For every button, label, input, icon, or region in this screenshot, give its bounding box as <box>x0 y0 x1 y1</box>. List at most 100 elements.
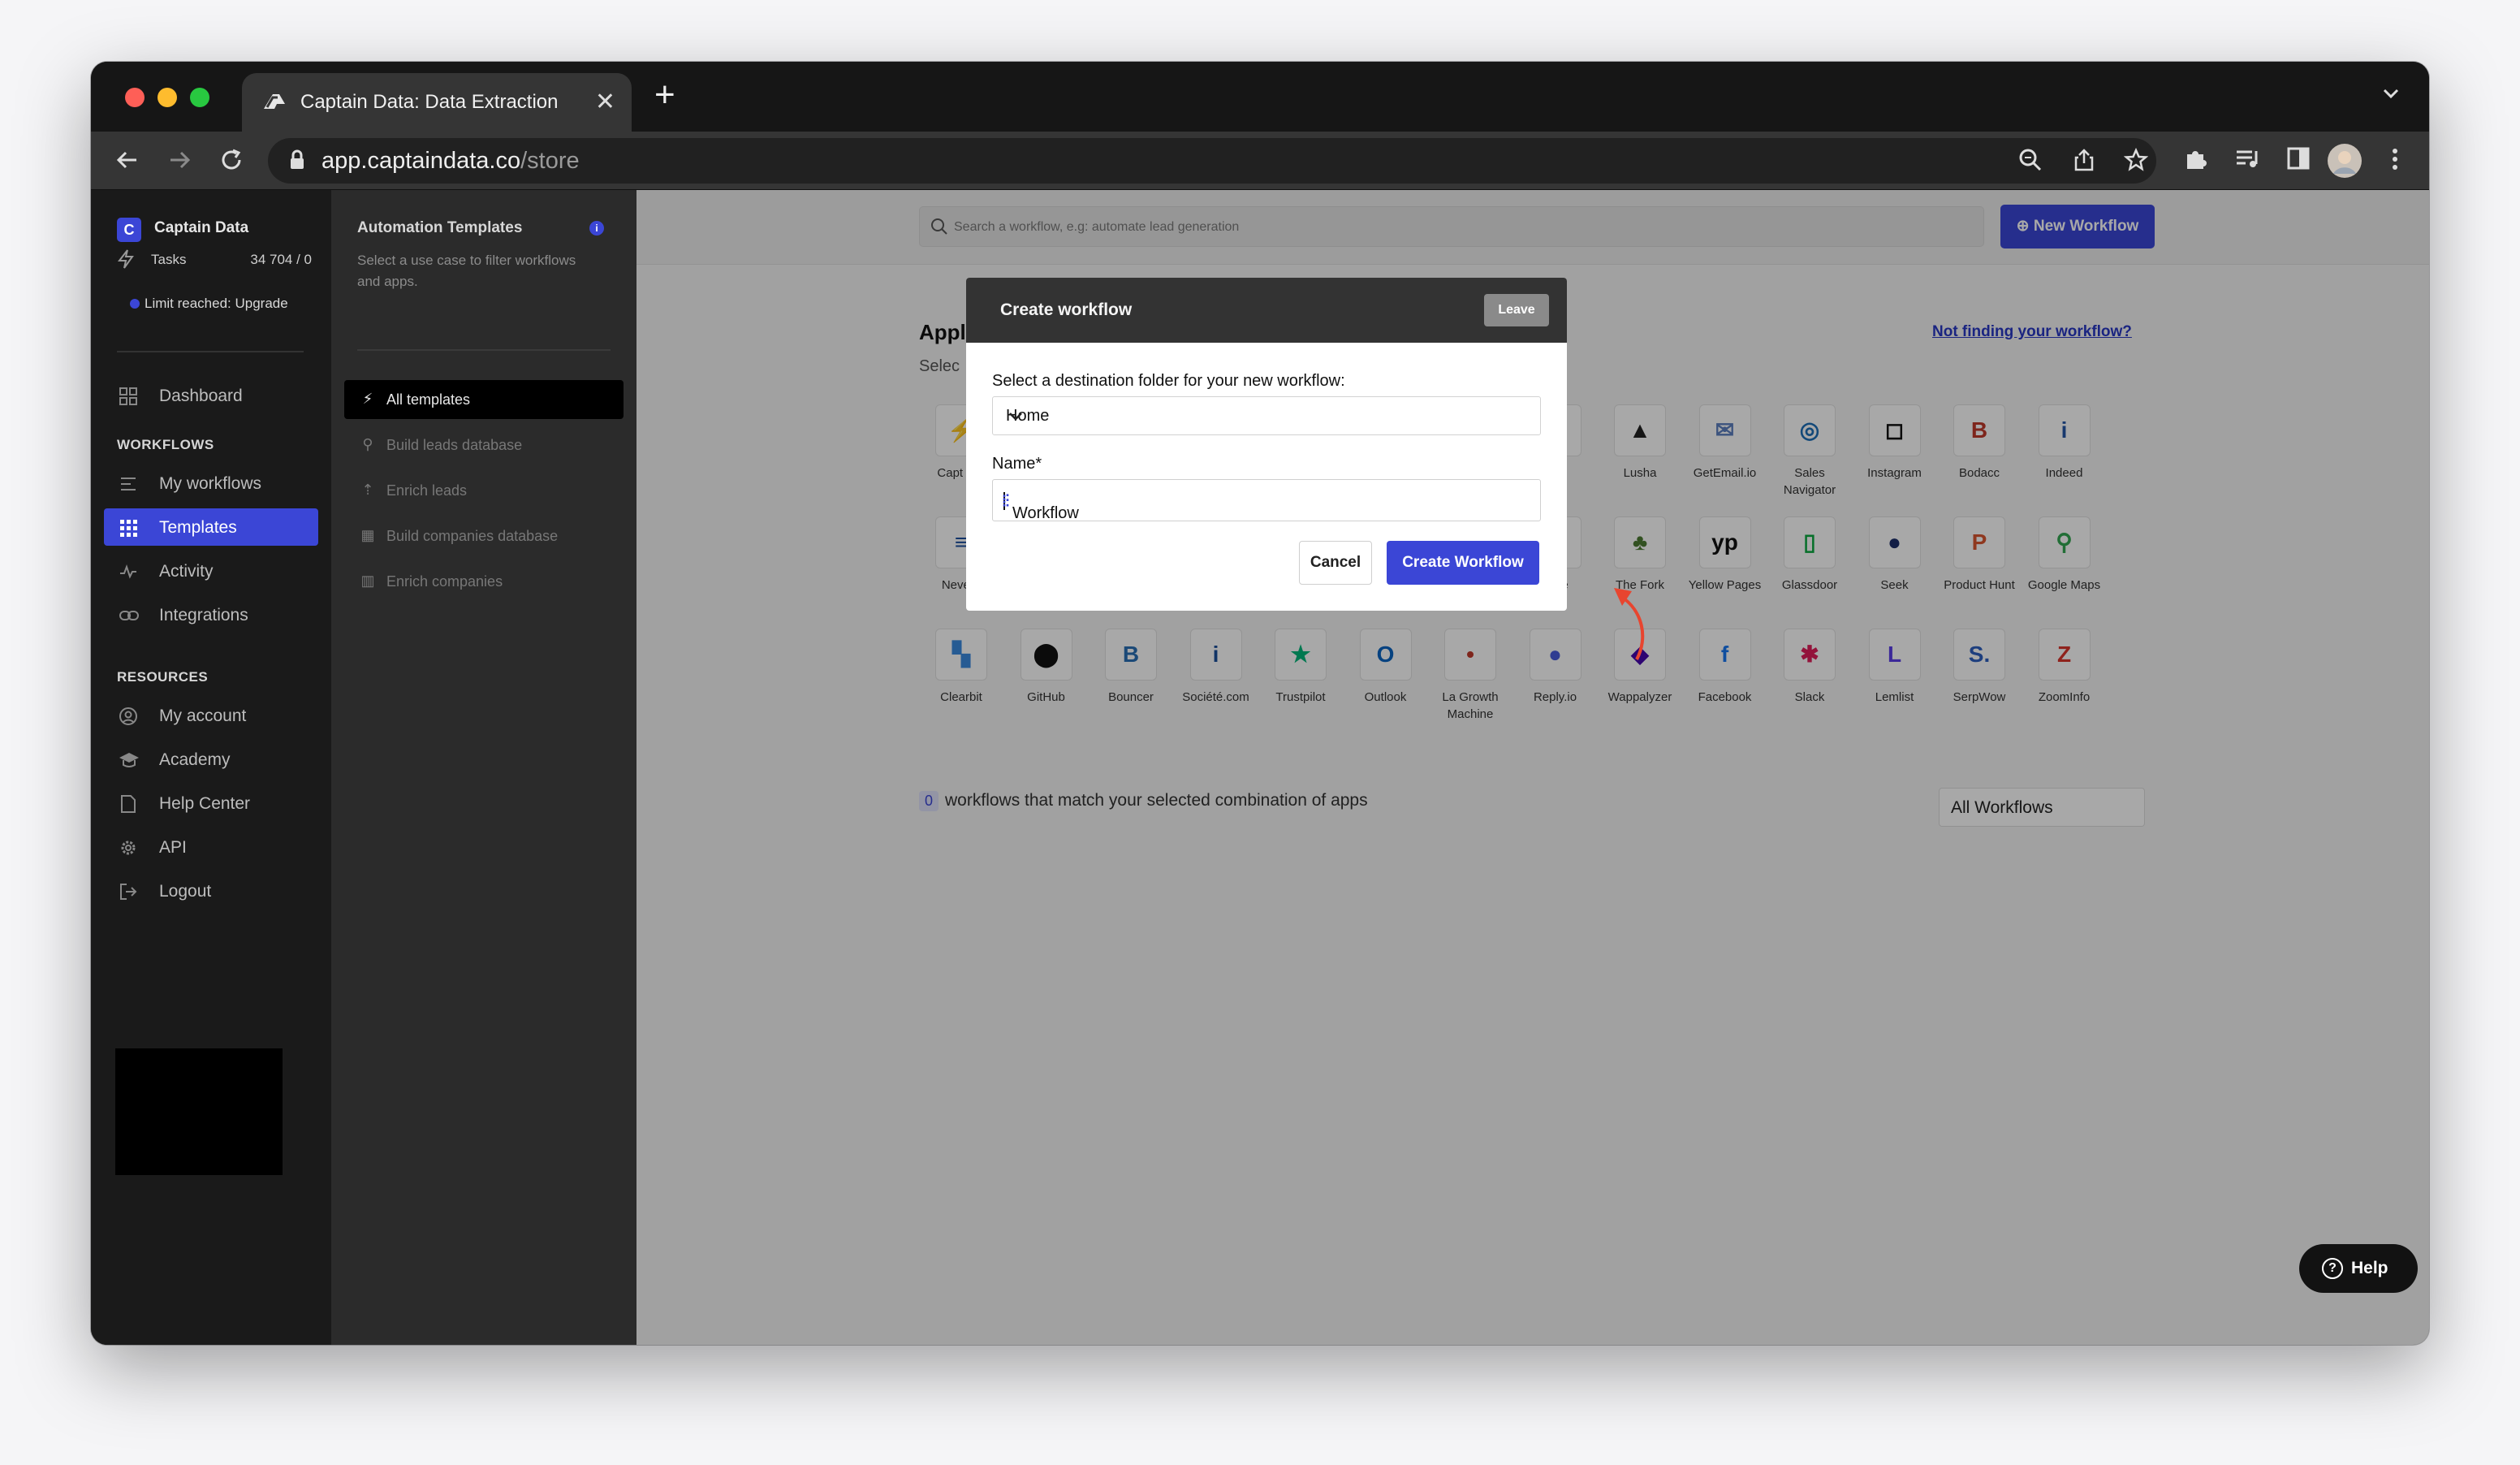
category-build-leads-database[interactable]: ⚲ Build leads database <box>344 426 624 465</box>
building-plus-icon: ▥ <box>360 573 375 589</box>
workspace-name[interactable]: Captain Data <box>154 219 248 237</box>
activity-icon <box>119 562 138 581</box>
divider <box>117 351 304 352</box>
sidebar-item-api[interactable]: API <box>104 828 318 866</box>
graduation-cap-icon <box>119 750 139 770</box>
panel-title: Automation Templates <box>357 219 523 236</box>
main-area: Search a workflow, e.g: automate lead ge… <box>636 190 2429 1345</box>
password-manager-icon[interactable]: ⦙⁝ <box>1003 493 1534 510</box>
status-dot-icon <box>130 299 140 309</box>
divider <box>357 349 611 351</box>
resources-heading: RESOURCES <box>117 669 209 685</box>
document-icon <box>119 794 138 814</box>
folder-select[interactable]: Home <box>992 396 1541 435</box>
profile-avatar[interactable] <box>2327 143 2362 186</box>
tab-close-icon[interactable]: ✕ <box>595 88 615 116</box>
sidebar-item-activity[interactable]: Activity <box>104 552 318 590</box>
category-label: Enrich leads <box>386 482 468 499</box>
link-icon <box>119 606 139 625</box>
bolt-icon <box>117 248 135 274</box>
address-bar[interactable]: app.captaindata.co/store <box>268 138 2156 184</box>
sidebar-item-label: My account <box>159 707 247 725</box>
workflow-name-field[interactable]: Workflow ⦙⁝ <box>992 479 1541 522</box>
modal-title: Create workflow <box>1000 300 1133 319</box>
sidebar-item-my-workflows[interactable]: My workflows <box>104 465 318 502</box>
sidebar-item-label: Dashboard <box>159 387 243 405</box>
sidebar-item-help-center[interactable]: Help Center <box>104 784 318 822</box>
back-icon[interactable] <box>114 146 141 181</box>
category-build-companies-database[interactable]: ▦ Build companies database <box>344 516 624 555</box>
close-window-dot[interactable] <box>125 88 145 107</box>
building-search-icon: ▦ <box>360 527 375 543</box>
sidebar-item-logout[interactable]: Logout <box>104 872 318 910</box>
grid-icon <box>119 518 138 538</box>
sidebar-item-label: API <box>159 838 187 857</box>
chevron-down-icon <box>1006 405 1530 431</box>
create-workflow-modal: Create workflow Leave Select a destinati… <box>966 278 1567 611</box>
user-icon <box>119 707 138 726</box>
tasks-counter: Tasks 34 704 / 0 <box>117 248 312 273</box>
sidebar-item-templates[interactable]: Templates <box>104 508 318 546</box>
logout-icon <box>119 882 138 901</box>
dashboard-icon <box>119 387 138 406</box>
category-label: Build companies database <box>386 528 559 544</box>
sidebar-item-integrations[interactable]: Integrations <box>104 596 318 633</box>
tasks-value: 34 704 / 0 <box>250 252 312 267</box>
folder-label: Select a destination folder for your new… <box>992 372 1345 390</box>
page-content: C Captain Data Tasks 34 704 / 0 Limit re… <box>91 190 2429 1345</box>
sidebar-item-label: Logout <box>159 882 212 901</box>
url-path: /store <box>520 148 580 174</box>
new-tab-icon[interactable]: + <box>654 75 675 115</box>
category-label: All templates <box>386 391 471 408</box>
workspace-badge[interactable]: C <box>117 218 141 242</box>
info-icon[interactable]: i <box>589 221 604 236</box>
browser-tab[interactable]: Captain Data: Data Extraction ✕ <box>242 73 632 132</box>
forward-icon[interactable] <box>166 146 193 181</box>
help-button[interactable]: ? Help <box>2299 1244 2418 1293</box>
kebab-menu-icon[interactable] <box>2390 146 2400 179</box>
templates-panel: Automation Templates i Select a use case… <box>331 190 636 1345</box>
modal-header: Create workflow Leave <box>966 278 1567 343</box>
user-search-icon: ⚲ <box>362 436 373 452</box>
category-enrich-leads[interactable]: ⇡ Enrich leads <box>344 471 624 510</box>
browser-toolbar: app.captaindata.co/store <box>91 132 2429 190</box>
help-question-icon: ? <box>2322 1258 2343 1279</box>
zoom-icon[interactable] <box>2018 148 2043 179</box>
sidebar-item-academy[interactable]: Academy <box>104 741 318 778</box>
sidebar-item-dashboard[interactable]: Dashboard <box>104 377 318 414</box>
lock-icon[interactable] <box>289 149 305 177</box>
sidebar-item-label: Templates <box>159 518 237 537</box>
reload-icon[interactable] <box>218 146 245 181</box>
tasks-label: Tasks <box>151 252 187 267</box>
tab-title: Captain Data: Data Extraction <box>300 91 559 113</box>
help-label: Help <box>2351 1259 2388 1277</box>
share-icon[interactable] <box>2072 148 2096 179</box>
zoom-window-dot[interactable] <box>190 88 209 107</box>
category-all-templates[interactable]: ⚡︎ All templates <box>344 380 624 419</box>
side-panel-icon[interactable] <box>2286 146 2311 178</box>
name-label: Name* <box>992 455 1042 473</box>
workflows-heading: WORKFLOWS <box>117 437 214 452</box>
sidebar-item-label: Integrations <box>159 606 248 624</box>
browser-window: Captain Data: Data Extraction ✕ + app.ca… <box>91 62 2429 1345</box>
redacted-block <box>115 1048 283 1175</box>
panel-description: Select a use case to filter workflows an… <box>357 253 576 289</box>
tab-search-chevron-icon[interactable] <box>2380 83 2401 108</box>
category-label: Build leads database <box>386 437 523 453</box>
media-queue-icon[interactable] <box>2234 146 2262 179</box>
limit-upgrade-link[interactable]: Limit reached: Upgrade <box>130 296 288 312</box>
extensions-puzzle-icon[interactable] <box>2182 146 2208 179</box>
sidebar-item-label: Activity <box>159 562 214 581</box>
gear-icon <box>119 838 138 858</box>
sidebar-item-label: My workflows <box>159 474 262 493</box>
bookmark-star-icon[interactable] <box>2123 147 2149 179</box>
sidebar-item-my-account[interactable]: My account <box>104 697 318 734</box>
user-plus-icon: ⇡ <box>361 482 374 498</box>
minimize-window-dot[interactable] <box>158 88 177 107</box>
leave-button[interactable]: Leave <box>1484 294 1549 326</box>
category-enrich-companies[interactable]: ▥ Enrich companies <box>344 562 624 601</box>
create-workflow-button[interactable]: Create Workflow <box>1387 541 1539 585</box>
bolt-icon: ⚡︎ <box>362 391 373 407</box>
cancel-button[interactable]: Cancel <box>1299 541 1372 585</box>
list-icon <box>119 474 138 494</box>
